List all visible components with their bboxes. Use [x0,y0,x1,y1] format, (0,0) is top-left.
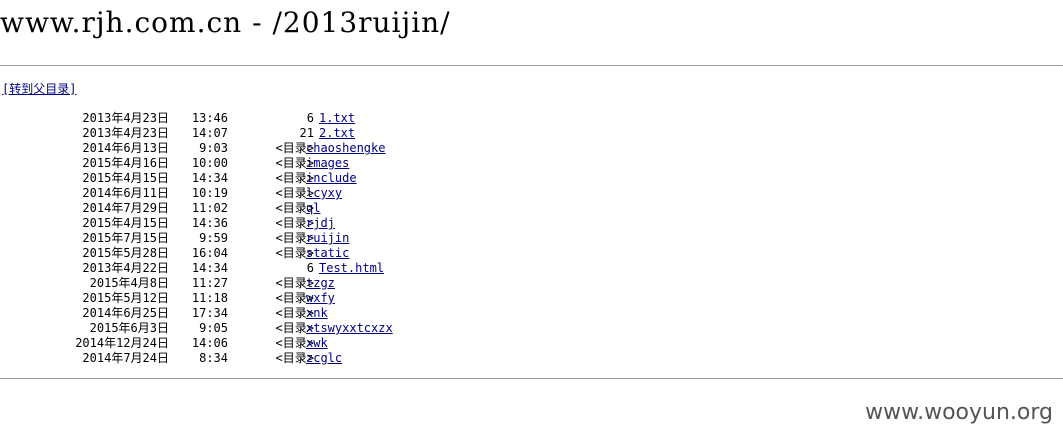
entry-time: 9:03 [199,141,228,155]
directory-link[interactable]: static [306,246,349,261]
entry-time: 10:00 [191,156,228,170]
entry-time: 17:34 [191,306,228,320]
file-link[interactable]: 2.txt [319,126,355,141]
entry-date: 2015年5月12日 [82,291,169,305]
entry-date: 2015年5月28日 [82,246,169,260]
directory-row: 2015年4月15日 14:36 <目录> rjdj [0,216,420,231]
directory-link[interactable]: wxfy [306,291,335,306]
entry-size: 6 [306,261,314,275]
parent-directory-link[interactable]: [转到父目录] [2,80,76,97]
entry-time: 11:27 [191,276,228,290]
directory-link[interactable]: include [306,171,357,186]
entry-date: 2013年4月22日 [82,261,169,275]
entry-date: 2015年4月16日 [82,156,169,170]
directory-row: 2014年6月25日 17:34 <目录> xnk [0,306,420,321]
directory-row: 2015年5月28日 16:04 <目录> static [0,246,420,261]
directory-row: 2015年4月8日 11:27 <目录> tzgz [0,276,420,291]
entry-date: 2015年7月15日 [82,231,169,245]
file-link[interactable]: 1.txt [319,111,355,126]
directory-link[interactable]: ruijin [306,231,349,246]
file-row: 2013年4月23日 14:07 21 2.txt [0,126,420,141]
page-title: www.rjh.com.cn - /2013ruijin/ [0,6,451,39]
directory-listing: 2013年4月23日 13:46 6 1.txt 2013年4月23日 14:07 21 2.… [0,111,420,366]
entry-date: 2013年4月23日 [82,111,169,125]
entry-time: 8:34 [199,351,228,365]
directory-row: 2015年5月12日 11:18 <目录> wxfy [0,291,420,306]
entry-time: 14:34 [191,261,228,275]
entry-size: 6 [306,111,314,125]
directory-row: 2015年4月16日 10:00 <目录> images [0,156,420,171]
directory-row: 2014年6月13日 9:03 <目录> chaoshengke [0,141,420,156]
entry-date: 2014年7月29日 [82,201,169,215]
directory-row: 2014年12月24日 14:06 <目录> xwk [0,336,420,351]
directory-link[interactable]: images [306,156,349,171]
entry-date: 2014年6月25日 [82,306,169,320]
directory-row: 2015年7月15日 9:59 <目录> ruijin [0,231,420,246]
directory-link[interactable]: tzgz [306,276,335,291]
entry-date: 2015年4月15日 [82,171,169,185]
entry-time: 14:34 [191,171,228,185]
directory-row: 2014年7月29日 11:02 <目录> ql [0,201,420,216]
top-divider [0,65,1063,66]
directory-link[interactable]: xwk [306,336,328,351]
directory-row: 2014年6月11日 10:19 <目录> lcyxy [0,186,420,201]
entry-time: 9:05 [199,321,228,335]
file-link[interactable]: Test.html [319,261,384,276]
entry-time: 10:19 [191,186,228,200]
entry-date: 2014年6月11日 [82,186,169,200]
wooyun-watermark: www.wooyun.org [865,400,1053,425]
directory-link[interactable]: xnk [306,306,328,321]
entry-time: 14:07 [191,126,228,140]
entry-date: 2014年7月24日 [82,351,169,365]
entry-time: 14:36 [191,216,228,230]
entry-date: 2013年4月23日 [82,126,169,140]
entry-date: 2015年4月15日 [82,216,169,230]
entry-date: 2015年6月3日 [89,321,169,335]
directory-link[interactable]: rjdj [306,216,335,231]
directory-link[interactable]: ql [306,201,320,216]
entry-size: 21 [299,126,314,140]
file-row: 2013年4月23日 13:46 6 1.txt [0,111,420,126]
directory-row: 2015年4月15日 14:34 <目录> include [0,171,420,186]
directory-row: 2014年7月24日 8:34 <目录> zcglc [0,351,420,366]
entry-time: 11:02 [191,201,228,215]
entry-time: 16:04 [191,246,228,260]
entry-time: 13:46 [191,111,228,125]
entry-date: 2014年12月24日 [75,336,169,350]
entry-date: 2015年4月8日 [89,276,169,290]
directory-link[interactable]: xtswyxxtcxzx [306,321,393,336]
file-row: 2013年4月22日 14:34 6 Test.html [0,261,420,276]
entry-time: 14:06 [191,336,228,350]
directory-link[interactable]: zcglc [306,351,342,366]
directory-link[interactable]: lcyxy [306,186,342,201]
directory-row: 2015年6月3日 9:05 <目录> xtswyxxtcxzx [0,321,420,336]
entry-time: 9:59 [199,231,228,245]
bottom-divider [0,378,1063,379]
entry-time: 11:18 [191,291,228,305]
directory-link[interactable]: chaoshengke [306,141,385,156]
entry-date: 2014年6月13日 [82,141,169,155]
